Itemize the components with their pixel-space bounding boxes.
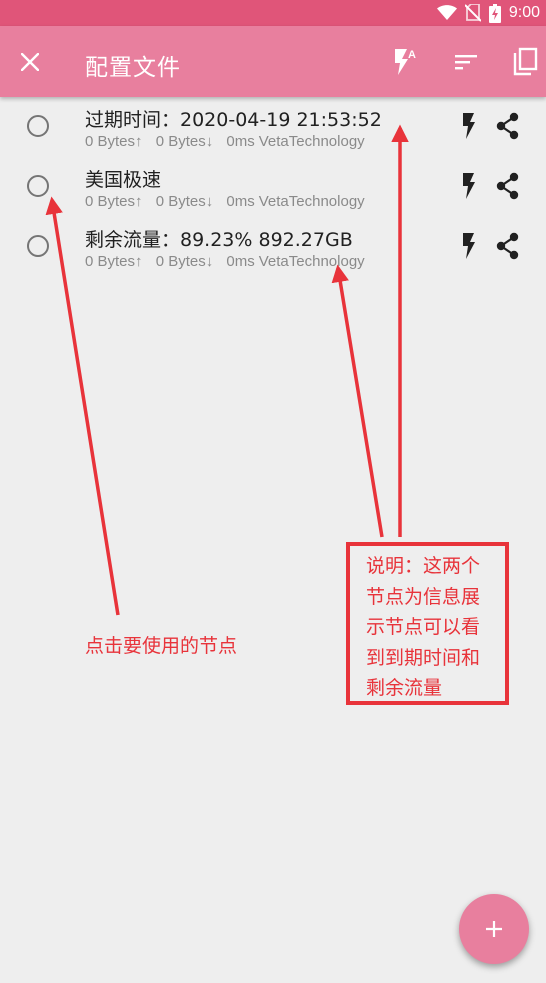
plus-icon bbox=[486, 921, 502, 937]
add-profile-button[interactable] bbox=[459, 894, 529, 964]
annotation-hint: 点击要使用的节点 bbox=[85, 635, 238, 657]
annotation-arrows bbox=[45, 124, 409, 616]
arrow-to-radio-button bbox=[45, 196, 120, 616]
annotation-note-box: 说明：这两个节点为信息展示节点可以看到到期时间和剩余流量 bbox=[346, 542, 509, 705]
arrow-to-traffic-node bbox=[331, 264, 384, 538]
